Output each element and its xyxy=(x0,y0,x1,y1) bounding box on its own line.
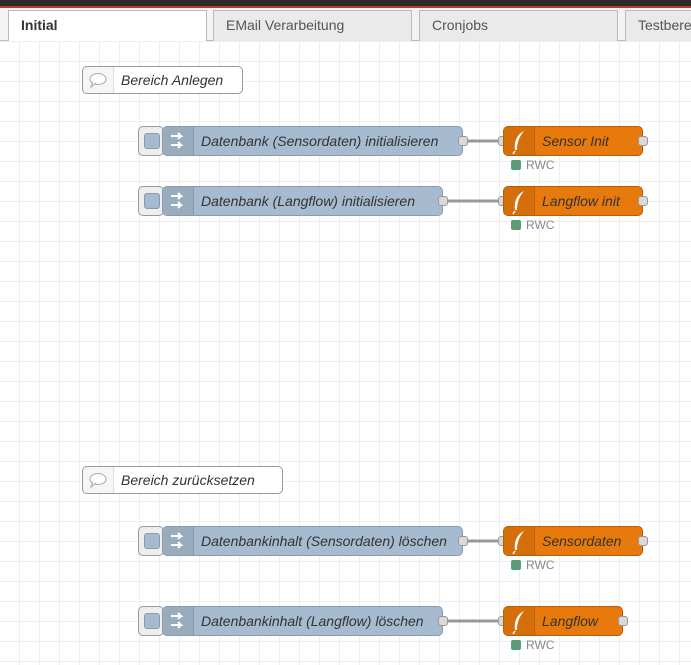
function-node-langflow-init[interactable]: Langflow init xyxy=(503,186,643,216)
output-port[interactable] xyxy=(438,196,448,206)
output-port[interactable] xyxy=(458,136,468,146)
comment-label: Bereich zurücksetzen xyxy=(121,472,255,488)
comment-icon xyxy=(83,67,114,93)
tab-testbere[interactable]: Testbere xyxy=(625,10,691,41)
feather-icon xyxy=(504,127,535,155)
node-label: Datenbank (Langflow) initialisieren xyxy=(201,193,416,209)
tab-label: EMail Verarbeitung xyxy=(226,17,345,33)
node-label: Datenbankinhalt (Langflow) löschen xyxy=(201,613,424,629)
status-dot xyxy=(511,160,521,170)
node-label: Datenbank (Sensordaten) initialisieren xyxy=(201,133,439,149)
node-label: Sensordaten xyxy=(542,533,622,549)
comment-node-bereich-zuruecksetzen[interactable]: Bereich zurücksetzen xyxy=(82,466,283,494)
inject-trigger-button[interactable] xyxy=(138,526,164,556)
function-node-langflow[interactable]: Langflow xyxy=(503,606,623,636)
status-dot xyxy=(511,640,521,650)
status-text: RWC xyxy=(526,638,555,652)
tab-initial[interactable]: Initial xyxy=(8,10,207,42)
inject-arrow-icon xyxy=(163,607,194,635)
function-node-sensordaten[interactable]: Sensordaten xyxy=(503,526,643,556)
inject-node-sensordaten-init[interactable]: Datenbank (Sensordaten) initialisieren xyxy=(162,126,463,156)
inject-trigger-button[interactable] xyxy=(138,126,164,156)
feather-icon xyxy=(504,527,535,555)
status-text: RWC xyxy=(526,218,555,232)
output-port[interactable] xyxy=(458,536,468,546)
output-port[interactable] xyxy=(438,616,448,626)
output-port[interactable] xyxy=(618,616,628,626)
inject-arrow-icon xyxy=(163,187,194,215)
workspace-tab-bar: Initial EMail Verarbeitung Cronjobs Test… xyxy=(0,8,691,42)
status-text: RWC xyxy=(526,158,555,172)
function-node-sensor-init[interactable]: Sensor Init xyxy=(503,126,643,156)
node-label: Sensor Init xyxy=(542,133,609,149)
status-text: RWC xyxy=(526,558,555,572)
comment-node-bereich-anlegen[interactable]: Bereich Anlegen xyxy=(82,66,243,94)
inject-node-sensordaten-loeschen[interactable]: Datenbankinhalt (Sensordaten) löschen xyxy=(162,526,463,556)
feather-icon xyxy=(504,607,535,635)
tab-email-verarbeitung[interactable]: EMail Verarbeitung xyxy=(213,10,412,41)
node-label: Langflow init xyxy=(542,193,620,209)
status-dot xyxy=(511,560,521,570)
output-port[interactable] xyxy=(638,196,648,206)
status-dot xyxy=(511,220,521,230)
inject-button-face xyxy=(144,133,160,149)
comment-label: Bereich Anlegen xyxy=(121,72,224,88)
inject-button-face xyxy=(144,193,160,209)
inject-arrow-icon xyxy=(163,527,194,555)
tab-label: Cronjobs xyxy=(432,17,489,33)
tab-cronjobs[interactable]: Cronjobs xyxy=(419,10,618,41)
tab-label: Initial xyxy=(21,17,58,33)
flow-canvas[interactable]: Bereich Anlegen Datenbank (Sensordaten) … xyxy=(0,41,691,665)
node-label: Langflow xyxy=(542,613,599,629)
output-port[interactable] xyxy=(638,136,648,146)
output-port[interactable] xyxy=(638,536,648,546)
inject-trigger-button[interactable] xyxy=(138,186,164,216)
inject-button-face xyxy=(144,533,160,549)
node-label: Datenbankinhalt (Sensordaten) löschen xyxy=(201,533,447,549)
inject-trigger-button[interactable] xyxy=(138,606,164,636)
feather-icon xyxy=(504,187,535,215)
tab-label: Testbere xyxy=(638,17,691,33)
comment-icon xyxy=(83,467,114,493)
inject-arrow-icon xyxy=(163,127,194,155)
inject-node-langflow-loeschen[interactable]: Datenbankinhalt (Langflow) löschen xyxy=(162,606,443,636)
inject-node-langflow-init[interactable]: Datenbank (Langflow) initialisieren xyxy=(162,186,443,216)
inject-button-face xyxy=(144,613,160,629)
